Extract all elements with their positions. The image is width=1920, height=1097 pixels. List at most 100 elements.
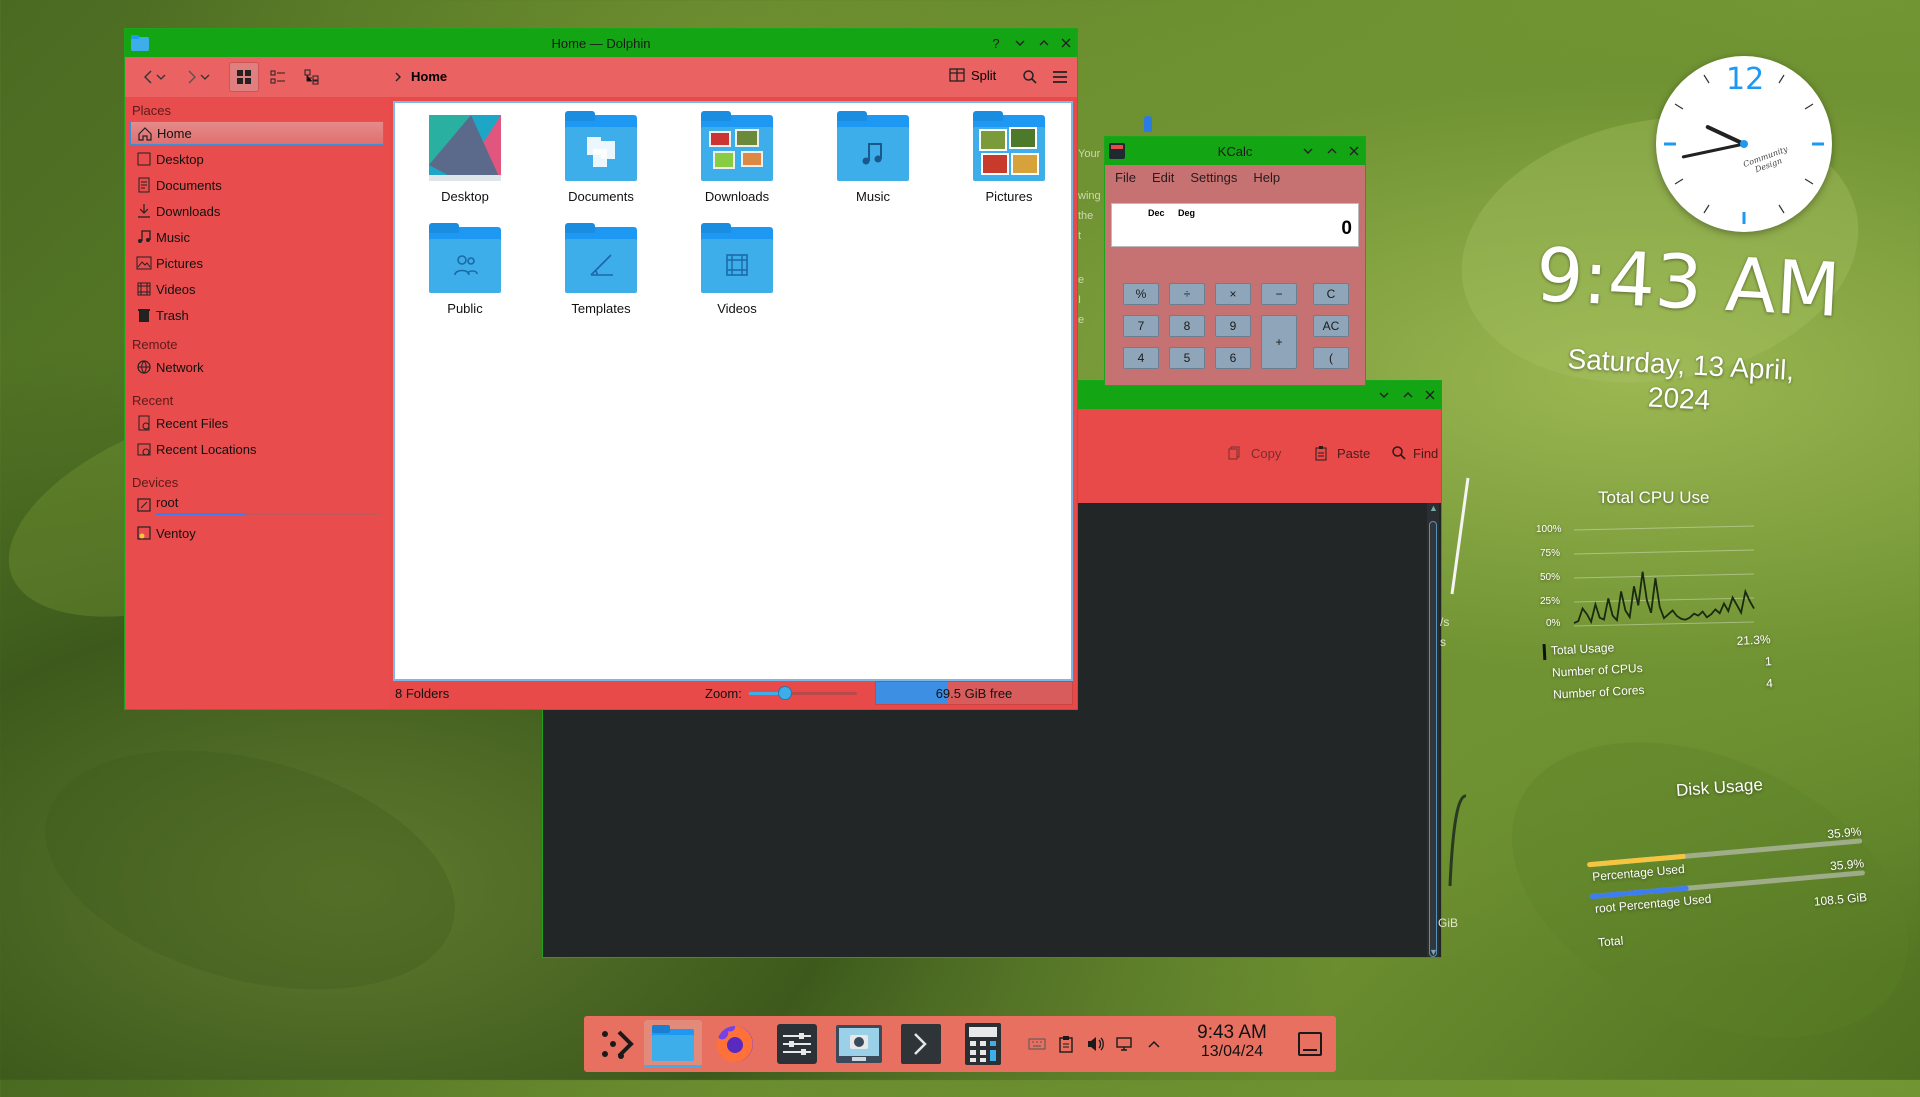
digit-6-button[interactable]: 6 [1215,347,1251,369]
minimize-button[interactable] [1375,386,1393,404]
compact-view-button[interactable] [263,62,293,92]
find-button[interactable]: Find [1391,445,1438,461]
free-space-bar[interactable]: 69.5 GiB free [875,681,1073,705]
minimize-button[interactable] [1011,34,1029,52]
menu-help[interactable]: Help [1253,170,1280,185]
breadcrumb-home[interactable]: Home [411,69,447,84]
breadcrumb[interactable]: Home [393,69,447,84]
chevron-up-icon[interactable] [1148,1039,1160,1049]
dolphin-window[interactable]: Home — Dolphin ? Home Split Places Home [124,28,1078,710]
divide-button[interactable]: ÷ [1169,283,1205,305]
percent-button[interactable]: % [1123,283,1159,305]
zoom-slider-handle[interactable] [778,686,793,700]
kcalc-titlebar[interactable]: KCalc [1105,137,1365,165]
taskbar-panel: 9:43 AM 13/04/24 [584,1016,1336,1072]
digit-7-button[interactable]: 7 [1123,315,1159,337]
menu-settings[interactable]: Settings [1190,170,1237,185]
scrollbar-thumb[interactable] [1429,521,1437,957]
folder-public[interactable]: Public [405,223,525,316]
minus-button[interactable]: − [1261,283,1297,305]
close-button[interactable] [1345,142,1363,160]
back-history-button[interactable] [153,62,169,92]
sidebar-item-home[interactable]: Home [130,121,384,145]
background-text-fragments: GiB [1438,916,1458,930]
folder-pictures[interactable]: Pictures [949,111,1069,204]
sidebar-item-network[interactable]: Network [130,355,384,379]
copy-button[interactable]: Copy [1227,445,1281,461]
all-clear-button[interactable]: AC [1313,315,1349,337]
folder-desktop[interactable]: Desktop [405,115,525,204]
task-system-settings[interactable] [768,1020,826,1068]
sidebar-item-videos[interactable]: Videos [130,277,384,301]
task-spectacle[interactable] [830,1020,888,1068]
plus-button[interactable]: + [1261,315,1297,369]
sidebar-item-recent-files[interactable]: Recent Files [130,411,384,435]
konsole-scrollbar[interactable]: ▲ ▼ [1427,503,1439,957]
minimize-button[interactable] [1299,142,1317,160]
icons-view-button[interactable] [229,62,259,92]
folder-music[interactable]: Music [813,111,933,204]
sidebar-item-music[interactable]: Music [130,225,384,249]
zoom-slider[interactable] [749,686,857,700]
sidebar-item-trash[interactable]: Trash [130,303,384,327]
paste-button[interactable]: Paste [1313,445,1370,461]
maximize-button[interactable] [1035,34,1053,52]
volume-icon[interactable] [1086,1036,1104,1052]
clear-button[interactable]: C [1313,283,1349,305]
sidebar-item-recent-locations[interactable]: Recent Locations [130,437,384,461]
desktop-folder-icon [429,115,501,183]
search-button[interactable] [1015,62,1045,92]
status-bar: 8 Folders Zoom: 69.5 GiB free [389,677,1077,709]
kcalc-window[interactable]: KCalc File Edit Settings Help Dec Deg 0 … [1104,136,1366,386]
task-kcalc[interactable] [954,1020,1012,1068]
folder-templates[interactable]: Templates [541,223,661,316]
digit-9-button[interactable]: 9 [1215,315,1251,337]
open-paren-button[interactable]: ( [1313,347,1349,369]
sidebar-item-documents[interactable]: Documents [130,173,384,197]
folder-downloads[interactable]: Downloads [677,111,797,204]
sidebar-item-label: Recent Files [156,415,229,431]
help-button[interactable]: ? [987,34,1005,52]
menu-button[interactable] [1045,62,1075,92]
menu-edit[interactable]: Edit [1152,170,1174,185]
maximize-button[interactable] [1323,142,1341,160]
sidebar-item-root[interactable]: root [130,493,384,517]
cpu-title: Total CPU Use [1598,488,1710,507]
sidebar-item-ventoy[interactable]: Ventoy [130,521,384,545]
background-needle [1448,794,1467,887]
maximize-button[interactable] [1399,386,1417,404]
network-icon[interactable] [1116,1036,1134,1052]
sidebar-item-desktop[interactable]: Desktop [130,147,384,171]
folder-videos[interactable]: Videos [677,223,797,316]
public-folder-icon [429,223,501,295]
show-desktop-button[interactable] [1298,1032,1322,1056]
keyboard-icon[interactable] [1028,1037,1046,1051]
digit-4-button[interactable]: 4 [1123,347,1159,369]
fragment-text: the [1078,210,1094,222]
clipboard-icon[interactable] [1058,1035,1074,1053]
split-button[interactable]: Split [949,67,996,83]
digit-5-button[interactable]: 5 [1169,347,1205,369]
dolphin-icon [652,1024,694,1061]
details-view-button[interactable] [297,62,327,92]
file-view[interactable]: Desktop Documents Downloads Music Pictur… [393,101,1073,681]
task-konsole[interactable] [892,1020,950,1068]
base-indicator: Dec [1148,208,1165,218]
close-button[interactable] [1057,34,1075,52]
menu-file[interactable]: File [1115,170,1136,185]
sidebar-item-downloads[interactable]: Downloads [130,199,384,223]
close-button[interactable] [1421,386,1439,404]
application-launcher[interactable] [588,1020,646,1068]
taskbar-clock[interactable]: 9:43 AM 13/04/24 [1184,1022,1280,1061]
sidebar-item-pictures[interactable]: Pictures [130,251,384,275]
folder-label: Documents [568,189,634,204]
analog-clock: 12 Community Design [1656,56,1832,232]
task-dolphin[interactable] [644,1020,702,1068]
folder-documents[interactable]: Documents [541,111,661,204]
dolphin-titlebar[interactable]: Home — Dolphin ? [125,29,1077,57]
digit-8-button[interactable]: 8 [1169,315,1205,337]
task-firefox[interactable] [706,1020,764,1068]
paste-label: Paste [1337,445,1371,461]
forward-history-button[interactable] [197,62,213,92]
multiply-button[interactable]: × [1215,283,1251,305]
